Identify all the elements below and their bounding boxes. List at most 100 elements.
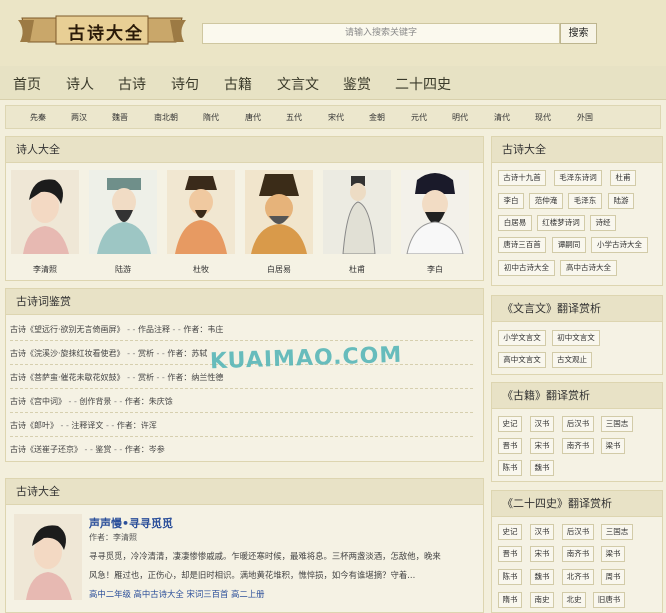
sidebar-tag[interactable]: 三国志	[601, 416, 633, 432]
review-title[interactable]: 古诗《浣溪沙·旋抹红妆看使君》	[10, 349, 125, 358]
sidebar-tag[interactable]: 旧唐书	[593, 592, 625, 608]
sidebar-tag[interactable]: 陆游	[608, 193, 634, 209]
sidebar-tag[interactable]: 谭嗣同	[552, 237, 586, 253]
sidebar-tag[interactable]: 隋书	[498, 592, 522, 608]
sidebar-tag[interactable]: 初中古诗大全	[498, 260, 555, 276]
sidebar-tag[interactable]: 周书	[601, 569, 625, 585]
nav-item-24-histories[interactable]: 二十四史	[395, 74, 451, 94]
review-item[interactable]: 古诗《宫中词》 - - 创作背景 - - 作者：朱庆馀	[10, 396, 173, 407]
dynasty-link[interactable]: 魏晋	[112, 112, 128, 123]
sidebar-tag[interactable]: 红楼梦诗词	[537, 215, 585, 231]
sidebar-tag[interactable]: 后汉书	[562, 416, 594, 432]
sidebar-tag[interactable]: 范仲淹	[529, 193, 563, 209]
dynasty-link[interactable]: 隋代	[203, 112, 219, 123]
sidebar-tag[interactable]: 古文观止	[552, 352, 592, 368]
poet-name[interactable]: 李白	[405, 264, 465, 275]
review-item[interactable]: 古诗《郎叶》 - - 注释译文 - - 作者：许浑	[10, 420, 157, 431]
sidebar-tag[interactable]: 后汉书	[562, 524, 594, 540]
review-item[interactable]: 古诗《望远行·欲别无言倚画屏》 - - 作品注释 - - 作者：韦庄	[10, 324, 223, 335]
nav-item-lines[interactable]: 诗句	[171, 74, 199, 94]
sidebar-tag[interactable]: 毛泽东	[568, 193, 602, 209]
dynasty-link[interactable]: 元代	[411, 112, 427, 123]
sidebar-tag[interactable]: 梁书	[601, 546, 625, 562]
sidebar-tag[interactable]: 唐诗三百首	[498, 237, 546, 253]
sidebar-tag[interactable]: 梁书	[601, 438, 625, 454]
poet-name[interactable]: 杜甫	[327, 264, 387, 275]
poet-name[interactable]: 陆游	[93, 264, 153, 275]
sidebar-tag[interactable]: 史记	[498, 524, 522, 540]
nav-item-ancient-books[interactable]: 古籍	[224, 74, 252, 94]
poet-portrait[interactable]	[167, 170, 235, 254]
poem-author[interactable]: 作者：李清照	[89, 532, 137, 543]
dynasty-link[interactable]: 南北朝	[154, 112, 178, 123]
dynasty-link[interactable]: 先秦	[30, 112, 46, 123]
sidebar-tag[interactable]: 魏书	[530, 460, 554, 476]
sidebar-tag[interactable]: 陈书	[498, 460, 522, 476]
sidebar-tag[interactable]: 南齐书	[562, 438, 594, 454]
sidebar-tag[interactable]: 毛泽东诗词	[554, 170, 602, 186]
sidebar-tag[interactable]: 宋书	[530, 438, 554, 454]
poet-portrait[interactable]	[323, 170, 391, 254]
review-item[interactable]: 古诗《送崔子还京》 - - 鉴赏 - - 作者：岑参	[10, 444, 165, 455]
nav-item-classical-chinese[interactable]: 文言文	[277, 74, 319, 94]
sidebar-tag[interactable]: 小学古诗大全	[591, 237, 648, 253]
sidebar-tag[interactable]: 白居易	[498, 215, 532, 231]
sidebar-tag[interactable]: 诗经	[590, 215, 616, 231]
search-input[interactable]: 请输入搜索关键字	[202, 23, 560, 44]
sidebar-tag[interactable]: 杜甫	[610, 170, 636, 186]
sidebar-tag[interactable]: 南齐书	[562, 546, 594, 562]
sidebar-tag[interactable]: 晋书	[498, 438, 522, 454]
sidebar-tag[interactable]: 高中文言文	[498, 352, 546, 368]
sidebar-tag[interactable]: 史记	[498, 416, 522, 432]
poet-name[interactable]: 李清照	[15, 264, 75, 275]
poet-portrait[interactable]	[89, 170, 157, 254]
dynasty-link[interactable]: 唐代	[245, 112, 261, 123]
review-title[interactable]: 古诗《送崔子还京》	[10, 445, 82, 454]
poet-portrait[interactable]	[401, 170, 469, 254]
nav-item-home[interactable]: 首页	[13, 74, 41, 94]
poem-tags[interactable]: 高中二年级 高中古诗大全 宋词三百首 高二上册	[89, 588, 265, 600]
sidebar-tag[interactable]: 陈书	[498, 569, 522, 585]
sidebar-tag[interactable]: 李白	[498, 193, 524, 209]
nav-item-poems[interactable]: 古诗	[118, 74, 146, 94]
review-item[interactable]: 古诗《菩萨蛮·催花未歇花奴鼓》 - - 赏析 - - 作者：纳兰性德	[10, 372, 223, 383]
dynasty-link[interactable]: 明代	[452, 112, 468, 123]
poet-name[interactable]: 杜牧	[171, 264, 231, 275]
sidebar-tag[interactable]: 高中古诗大全	[560, 260, 617, 276]
nav-item-poets[interactable]: 诗人	[66, 74, 94, 94]
review-title[interactable]: 古诗《望远行·欲别无言倚画屏》	[10, 325, 125, 334]
dynasty-link[interactable]: 两汉	[71, 112, 87, 123]
sidebar-tag[interactable]: 南史	[530, 592, 554, 608]
search-button[interactable]: 搜索	[560, 23, 597, 44]
dynasty-link[interactable]: 清代	[494, 112, 510, 123]
sidebar-tag[interactable]: 初中文言文	[552, 330, 600, 346]
sidebar-tag[interactable]: 北史	[562, 592, 586, 608]
sidebar-tag[interactable]: 古诗十九首	[498, 170, 546, 186]
dynasty-link[interactable]: 宋代	[328, 112, 344, 123]
site-logo[interactable]: 古诗大全	[16, 12, 188, 48]
sidebar-tag[interactable]: 宋书	[530, 546, 554, 562]
review-title[interactable]: 古诗《菩萨蛮·催花未歇花奴鼓》	[10, 373, 125, 382]
divider	[10, 388, 473, 389]
divider	[10, 436, 473, 437]
poem-title[interactable]: 声声慢•寻寻觅觅	[89, 515, 173, 531]
sidebar-tag[interactable]: 汉书	[530, 524, 554, 540]
dynasty-link[interactable]: 现代	[535, 112, 551, 123]
review-title[interactable]: 古诗《郎叶》	[10, 421, 58, 430]
poet-portrait[interactable]	[11, 170, 79, 254]
dynasty-link[interactable]: 金朝	[369, 112, 385, 123]
sidebar-tag[interactable]: 三国志	[601, 524, 633, 540]
sidebar-tag[interactable]: 汉书	[530, 416, 554, 432]
dynasty-link[interactable]: 五代	[286, 112, 302, 123]
sidebar-tag[interactable]: 晋书	[498, 546, 522, 562]
sidebar-tag[interactable]: 小学文言文	[498, 330, 546, 346]
sidebar-tag[interactable]: 北齐书	[562, 569, 594, 585]
poet-portrait[interactable]	[245, 170, 313, 254]
poet-name[interactable]: 白居易	[249, 264, 309, 275]
poem-author-portrait[interactable]	[14, 514, 82, 600]
nav-item-appreciation[interactable]: 鉴赏	[343, 74, 371, 94]
dynasty-link[interactable]: 外国	[577, 112, 593, 123]
review-title[interactable]: 古诗《宫中词》	[10, 397, 66, 406]
sidebar-tag[interactable]: 魏书	[530, 569, 554, 585]
review-item[interactable]: 古诗《浣溪沙·旋抹红妆看使君》 - - 赏析 - - 作者：苏轼	[10, 348, 207, 359]
